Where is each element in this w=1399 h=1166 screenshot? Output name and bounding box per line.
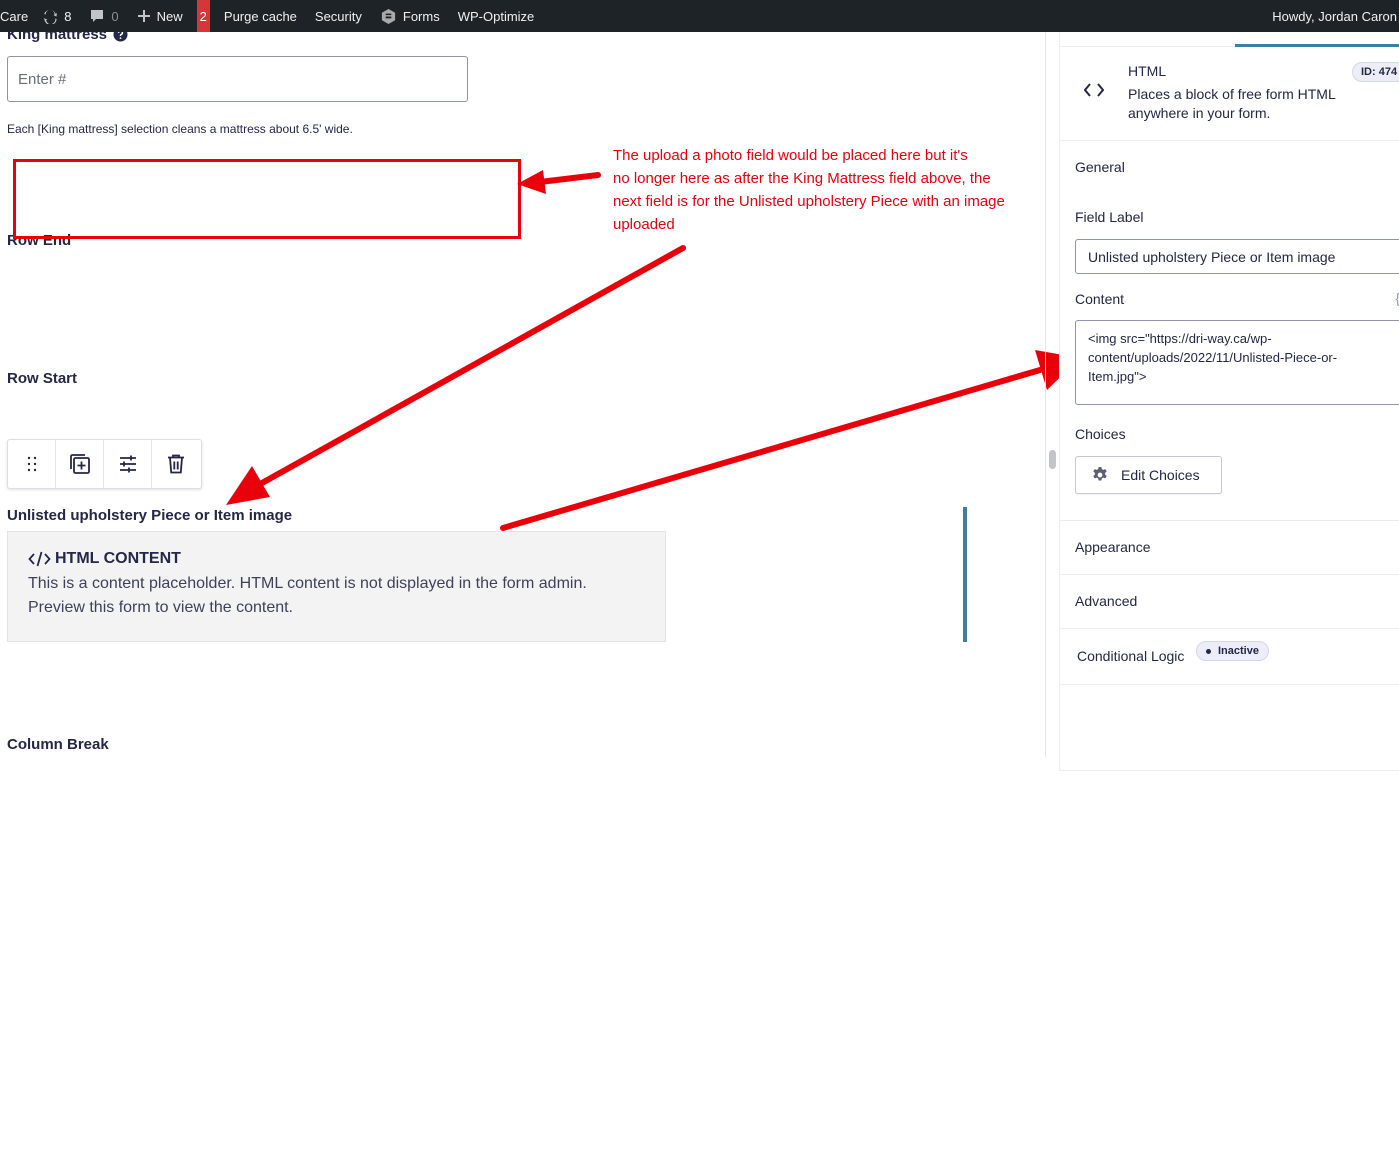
trash-icon (168, 454, 184, 474)
merge-tag-icon[interactable]: { (1395, 290, 1399, 306)
inactive-status-badge: Inactive (1196, 641, 1269, 661)
field-toolbar (7, 439, 202, 489)
field-settings-panel: HTML Places a block of free form HTML an… (1059, 32, 1399, 771)
king-mattress-input[interactable] (7, 56, 468, 102)
updates-link[interactable]: 8 (42, 0, 71, 32)
panel-resize-handle[interactable] (1049, 450, 1056, 469)
choices-label: Choices (1075, 426, 1126, 442)
annotation-line: no longer here as after the King Mattres… (613, 170, 991, 187)
king-mattress-label: King mattress (7, 32, 128, 43)
edit-choices-button[interactable]: Edit Choices (1075, 456, 1222, 494)
html-code-icon (1084, 83, 1104, 97)
settings-sliders-icon (119, 455, 136, 473)
appearance-section[interactable]: Appearance (1060, 520, 1399, 575)
plus-icon (137, 10, 150, 22)
purge-cache-link[interactable]: Purge cache (224, 0, 297, 32)
help-icon[interactable] (113, 32, 128, 42)
security-link[interactable]: Security (315, 0, 362, 32)
panel-divider (1045, 32, 1046, 757)
king-mattress-description: Each [King mattress] selection cleans a … (7, 122, 353, 136)
duplicate-icon (69, 454, 90, 474)
edit-choices-label: Edit Choices (1121, 467, 1200, 483)
comments-count: 0 (111, 8, 119, 24)
purge-cache-label: Purge cache (223, 8, 297, 24)
field-type-header: HTML Places a block of free form HTML an… (1060, 47, 1399, 141)
status-dot (1206, 648, 1211, 654)
advanced-section[interactable]: Advanced (1060, 574, 1399, 629)
annotation-highlight-box (13, 159, 521, 239)
gravity-forms-icon (381, 8, 395, 24)
howdy-text: Howdy, Jordan Caron (1272, 8, 1397, 24)
annotation-line: The upload a photo field would be placed… (613, 147, 968, 164)
gear-icon (1093, 467, 1107, 481)
appearance-label: Appearance (1075, 539, 1151, 555)
site-name: Care (0, 8, 29, 24)
updates-icon (43, 9, 58, 24)
unlisted-field-label[interactable]: Unlisted upholstery Piece or Item image (7, 507, 292, 524)
new-label: New (156, 8, 183, 24)
notification-badge[interactable]: 2 (196, 0, 210, 32)
column-break-label[interactable]: Column Break (7, 736, 109, 753)
content-label: Content (1075, 291, 1125, 307)
html-content-heading: HTML CONTENT (28, 550, 645, 568)
row-start-label[interactable]: Row Start (7, 370, 77, 387)
updates-count: 8 (64, 8, 72, 24)
drag-handle-button[interactable] (8, 440, 56, 488)
security-label: Security (314, 8, 362, 24)
admin-bar: Care 8 0 New 2 Purge cache Security Form… (0, 0, 1399, 32)
forms-label: Forms (402, 8, 440, 24)
wp-optimize-label: WP-Optimize (457, 8, 535, 24)
conditional-logic-label: Conditional Logic (1077, 648, 1185, 664)
wp-optimize-link[interactable]: WP-Optimize (458, 0, 535, 32)
notification-count: 2 (199, 8, 207, 24)
comment-icon (91, 10, 104, 22)
form-canvas: King mattress Each [King mattress] selec… (0, 32, 1046, 757)
account-menu[interactable]: Howdy, Jordan Caron (1272, 0, 1397, 32)
field-label-label: Field Label (1075, 209, 1144, 225)
general-section-toggle[interactable]: General (1075, 159, 1125, 175)
annotation-note: The upload a photo field would be placed… (613, 144, 1043, 236)
duplicate-field-button[interactable] (56, 440, 104, 488)
conditional-logic-section[interactable]: Conditional Logic Inactive (1060, 628, 1399, 685)
new-content-link[interactable]: New (137, 0, 183, 32)
annotation-line: uploaded (613, 216, 675, 233)
content-textarea[interactable]: <img src="https://dri-way.ca/wp-content/… (1075, 320, 1399, 405)
site-name-link[interactable]: Care (0, 0, 28, 32)
comments-link[interactable]: 0 (89, 0, 119, 32)
drag-handle-icon (27, 456, 36, 472)
html-content-placeholder[interactable]: HTML CONTENT This is a content placehold… (7, 531, 666, 642)
field-id-badge: ID: 474 (1352, 62, 1399, 82)
code-icon (28, 551, 51, 567)
advanced-label: Advanced (1075, 593, 1138, 609)
field-label-input[interactable] (1075, 239, 1399, 274)
annotation-line: next field is for the Unlisted upholster… (613, 193, 1005, 210)
field-settings-button[interactable] (104, 440, 152, 488)
field-type-description: Places a block of free form HTML anywher… (1128, 86, 1336, 121)
field-type-name: HTML (1128, 63, 1167, 79)
forms-link[interactable]: Forms (380, 0, 440, 32)
drop-indicator (963, 507, 967, 642)
king-mattress-label-text: King mattress (7, 32, 108, 43)
inactive-label: Inactive (1218, 645, 1259, 657)
html-content-body: This is a content placeholder. HTML cont… (28, 575, 587, 616)
html-content-title: HTML CONTENT (55, 550, 181, 567)
delete-field-button[interactable] (152, 440, 200, 488)
